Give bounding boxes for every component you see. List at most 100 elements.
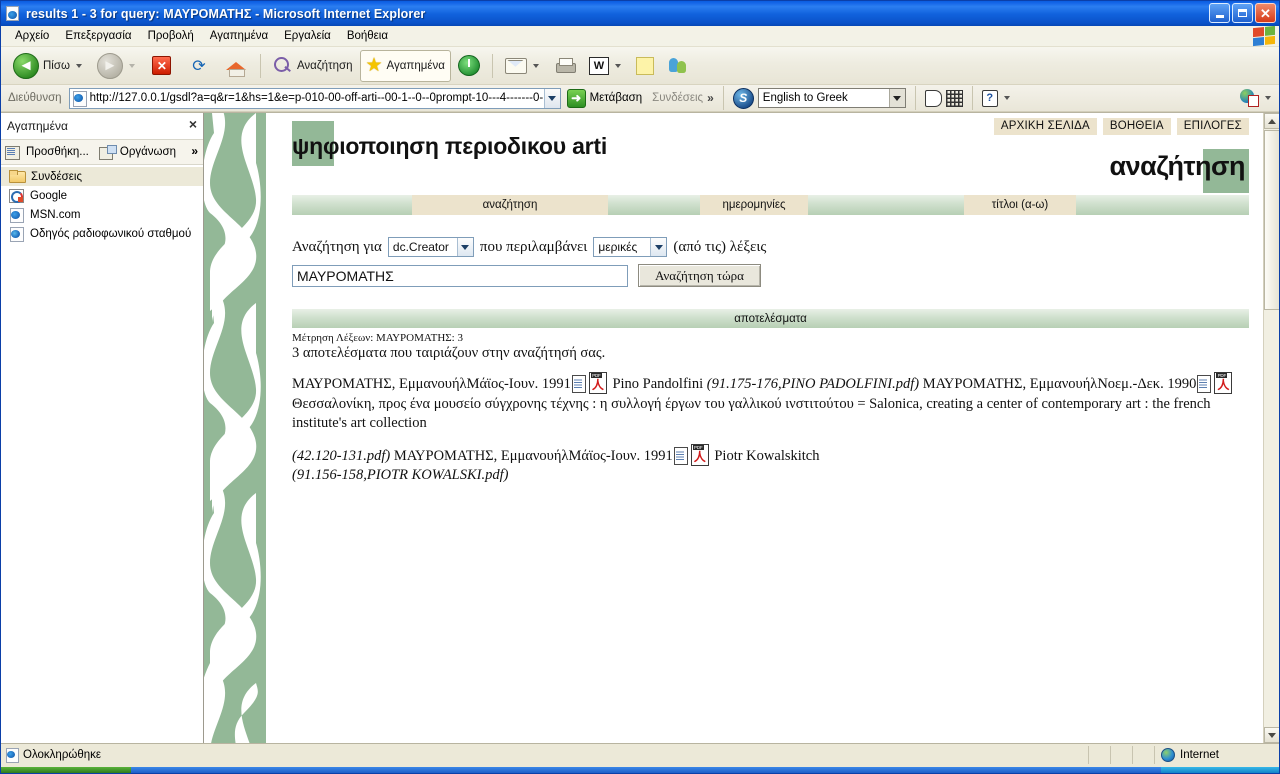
status-spacer-2: [1111, 745, 1133, 764]
windows-flag-icon: [1253, 25, 1275, 47]
favorites-button[interactable]: ★ Αγαπημένα: [359, 49, 451, 82]
result-title[interactable]: Piotr Kowalskitch: [714, 448, 819, 464]
scroll-thumb[interactable]: [1264, 130, 1279, 310]
menu-file[interactable]: Αρχείο: [7, 28, 57, 44]
menu-tools[interactable]: Εργαλεία: [276, 28, 339, 44]
result-title[interactable]: Θεσσαλονίκη, προς ένα μουσείο σύγχρονης …: [292, 396, 1211, 432]
scroll-up-button[interactable]: [1264, 113, 1279, 129]
maximize-button[interactable]: [1232, 3, 1253, 23]
pdf-icon[interactable]: PDF 人: [588, 372, 607, 394]
pdf-icon[interactable]: PDF 人: [1214, 372, 1233, 394]
note-icon: [635, 56, 654, 75]
search-button[interactable]: Αναζήτηση: [267, 50, 359, 82]
favorites-panel-title: Αγαπημένα: [7, 119, 68, 133]
search-amount-caret-icon[interactable]: [650, 238, 667, 256]
print-button[interactable]: [548, 50, 582, 82]
favorites-item-links[interactable]: Συνδέσεις: [1, 167, 203, 186]
home-button[interactable]: [218, 50, 254, 82]
favorites-item-google[interactable]: Google: [1, 186, 203, 205]
status-text-cell: Ολοκληρώθηκε: [1, 745, 1089, 764]
favorites-panel-close-icon[interactable]: ×: [189, 117, 197, 131]
edit-dropdown-caret-icon[interactable]: [614, 63, 621, 68]
history-button[interactable]: [452, 50, 486, 82]
messenger-button[interactable]: [661, 50, 695, 82]
acrobat-web-capture-icon[interactable]: [1240, 89, 1259, 107]
add-favorite-button[interactable]: Προσθήκη...: [5, 145, 89, 160]
language-dropdown-caret-icon[interactable]: [888, 89, 905, 107]
search-amount-value: μερικές: [598, 240, 638, 254]
address-input[interactable]: http://127.0.0.1/gsdl?a=q&r=1&hs=1&e=p-0…: [68, 87, 561, 109]
mail-button[interactable]: [499, 50, 547, 82]
back-dropdown-caret-icon[interactable]: [75, 63, 82, 68]
mail-dropdown-caret-icon[interactable]: [532, 63, 539, 68]
favorites-panel-header: Αγαπημένα ×: [1, 113, 203, 139]
refresh-button[interactable]: ⟳: [181, 50, 217, 82]
document-icon[interactable]: [673, 446, 688, 465]
results-bar: αποτελέσματα: [292, 309, 1249, 328]
section-navbar: αναζήτηση ημερομηνίες τίτλοι (α-ω): [292, 195, 1249, 215]
links-label[interactable]: Συνδέσεις: [652, 92, 703, 104]
acrobat-dropdown-caret-icon[interactable]: [1265, 96, 1271, 100]
dictionary-icon[interactable]: [924, 89, 942, 107]
search-submit-button[interactable]: Αναζήτηση τώρα: [638, 264, 761, 287]
address-dropdown-button[interactable]: [543, 88, 560, 108]
word-count-text: Μέτρηση Λέξεων: ΜΑΥΡΟΜΑΤΗΣ: 3: [292, 332, 463, 344]
pdf-icon[interactable]: PDF 人: [690, 443, 709, 466]
search-field-select[interactable]: dc.Creator: [387, 237, 474, 257]
printer-icon: [554, 57, 576, 74]
forward-button[interactable]: ►: [91, 50, 143, 82]
favorites-item-msn[interactable]: MSN.com: [1, 205, 203, 224]
status-page-icon: [6, 747, 19, 763]
security-zone-cell[interactable]: Internet: [1155, 747, 1279, 762]
back-label: Πίσω: [43, 59, 70, 72]
nav-preferences-link[interactable]: ΕΠΙΛΟΓΕΣ: [1176, 118, 1249, 135]
nav-home-link[interactable]: ΑΡΧΙΚΗ ΣΕΛΙΔΑ: [993, 118, 1097, 135]
menu-edit[interactable]: Επεξεργασία: [57, 28, 139, 44]
search-query-input[interactable]: [292, 264, 628, 287]
tab-search[interactable]: αναζήτηση: [412, 195, 608, 215]
start-button[interactable]: [1, 767, 131, 773]
search-amount-select[interactable]: μερικές: [593, 237, 668, 257]
window-titlebar: results 1 - 3 for query: ΜΑΥΡΟΜΑΤΗΣ - Mi…: [1, 1, 1279, 26]
minimize-button[interactable]: [1209, 3, 1230, 23]
back-button[interactable]: ◄ Πίσω: [7, 50, 90, 82]
edit-button[interactable]: W: [583, 50, 629, 82]
search-middle-label: που περιλαμβάνει: [479, 238, 588, 255]
history-icon: [457, 55, 480, 76]
system-tray: [1161, 767, 1279, 773]
notes-button[interactable]: [630, 50, 660, 82]
help-icon[interactable]: ?: [981, 89, 998, 107]
status-text: Ολοκληρώθηκε: [23, 748, 102, 761]
language-pair-select[interactable]: English to Greek: [757, 88, 906, 108]
help-dropdown-caret-icon[interactable]: [1003, 96, 1010, 100]
tab-titles[interactable]: τίτλοι (α-ω): [964, 195, 1076, 215]
stop-button[interactable]: ✕: [144, 50, 180, 82]
scroll-down-button[interactable]: [1264, 727, 1279, 743]
window-controls: ✕: [1209, 3, 1276, 23]
result-date: Νοεμ.-Δεκ. 1990: [1097, 376, 1197, 392]
nav-help-link[interactable]: ΒΟΗΘΕΙΑ: [1102, 118, 1171, 135]
add-favorite-icon: [5, 145, 22, 160]
organize-favorites-button[interactable]: Οργάνωση: [98, 144, 176, 160]
results-bar-label: αποτελέσματα: [734, 312, 807, 325]
menu-favorites[interactable]: Αγαπημένα: [202, 28, 276, 44]
home-icon: [224, 55, 248, 77]
close-button[interactable]: ✕: [1255, 3, 1276, 23]
page-vertical-scrollbar[interactable]: [1263, 113, 1279, 743]
go-button[interactable]: ➜ Μετάβαση: [565, 88, 649, 109]
result-title[interactable]: Pino Pandolfini: [612, 376, 703, 392]
document-icon[interactable]: [571, 375, 586, 393]
top-navigation: ΑΡΧΙΚΗ ΣΕΛΙΔΑ ΒΟΗΘΕΙΑ ΕΠΙΛΟΓΕΣ: [993, 118, 1249, 135]
tab-dates[interactable]: ημερομηνίες: [700, 195, 808, 215]
page-content: ψηφιοποιηση περιοδικου arti ΑΡΧΙΚΗ ΣΕΛΙΔ…: [204, 113, 1279, 743]
favorites-overflow-chevron-icon[interactable]: »: [191, 144, 198, 158]
search-field-caret-icon[interactable]: [456, 238, 473, 256]
favorites-item-radio-guide[interactable]: Οδηγός ραδιοφωνικού σταθμού: [1, 224, 203, 243]
links-overflow-chevron-icon[interactable]: »: [707, 91, 714, 105]
translate-page-icon[interactable]: [945, 89, 963, 107]
document-icon[interactable]: [1197, 375, 1212, 393]
menu-help[interactable]: Βοήθεια: [339, 28, 396, 44]
menu-view[interactable]: Προβολή: [140, 28, 202, 44]
menubar: Αρχείο Επεξεργασία Προβολή Αγαπημένα Εργ…: [1, 25, 1279, 47]
systran-logo-icon[interactable]: [732, 87, 754, 109]
